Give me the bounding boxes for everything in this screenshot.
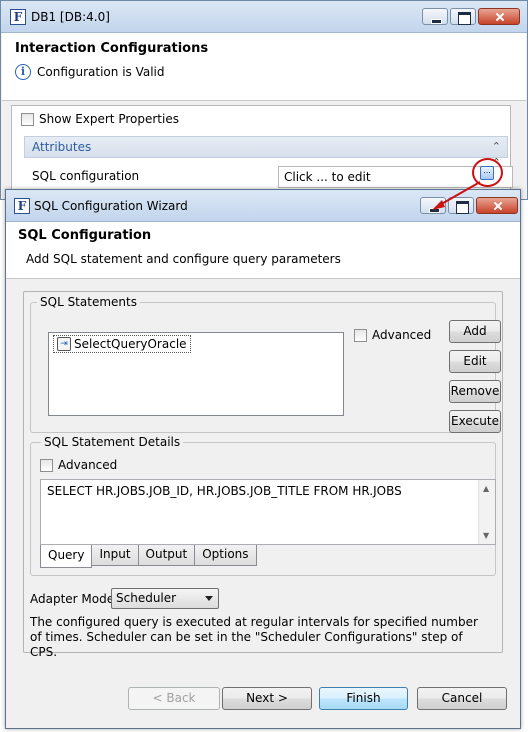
- minimize-icon[interactable]: [422, 8, 448, 25]
- wizard-window-title: SQL Configuration Wizard: [34, 199, 188, 213]
- info-icon: i: [15, 64, 31, 80]
- interaction-config-window: F DB1 [DB:4.0] Interaction Configuration…: [0, 0, 528, 201]
- sql-configuration-wizard: F SQL Configuration Wizard SQL Configura…: [5, 189, 521, 729]
- window-title: DB1 [DB:4.0]: [31, 10, 110, 24]
- show-expert-checkbox[interactable]: [21, 112, 34, 126]
- details-advanced-checkbox-row[interactable]: Advanced: [40, 458, 117, 472]
- list-item[interactable]: ⇥ SelectQueryOracle: [53, 335, 191, 353]
- sql-statements-group: SQL Statements ⇥ SelectQueryOracle Advan…: [30, 295, 501, 433]
- status-text: Configuration is Valid: [37, 65, 165, 79]
- tab-options[interactable]: Options: [194, 545, 257, 566]
- header: Interaction Configurations i Configurati…: [2, 33, 526, 101]
- sql-statement-details-legend: SQL Statement Details: [41, 435, 184, 449]
- sql-statement-details-group: SQL Statement Details Advanced SELECT HR…: [30, 435, 496, 576]
- scroll-up-icon[interactable]: ▲: [483, 484, 489, 493]
- add-button[interactable]: Add: [449, 320, 501, 343]
- close-icon[interactable]: [478, 8, 520, 25]
- window-controls: [422, 8, 520, 25]
- wizard-content-panel: SQL Statements ⇥ SelectQueryOracle Advan…: [23, 291, 503, 659]
- database-query-icon: ⇥: [57, 337, 71, 351]
- dropdown-arrow-icon: [205, 596, 213, 601]
- wizard-page-subtitle: Add SQL statement and configure query pa…: [26, 252, 341, 266]
- sql-statements-list[interactable]: ⇥ SelectQueryOracle: [48, 332, 344, 416]
- sql-statements-legend: SQL Statements: [37, 295, 140, 309]
- edit-button[interactable]: Edit: [449, 350, 501, 373]
- vertical-scrollbar[interactable]: ▲ ▼: [478, 480, 495, 544]
- attributes-label: Attributes: [32, 140, 92, 154]
- wizard-page-title: SQL Configuration: [18, 228, 152, 243]
- show-expert-checkbox-row[interactable]: Show Expert Properties: [21, 112, 179, 126]
- cancel-button[interactable]: Cancel: [417, 687, 507, 710]
- adapter-mode-select[interactable]: Scheduler: [111, 588, 219, 609]
- app-icon: F: [14, 198, 30, 214]
- execute-button[interactable]: Execute: [449, 410, 501, 433]
- adapter-mode-label: Adapter Mode: [30, 592, 115, 606]
- finish-button[interactable]: Finish: [319, 687, 408, 710]
- sql-configuration-label: SQL configuration: [32, 169, 140, 183]
- tab-query[interactable]: Query: [40, 545, 93, 568]
- tab-output[interactable]: Output: [137, 545, 196, 566]
- remove-button[interactable]: Remove: [449, 380, 501, 403]
- annotation-arrow: [432, 181, 481, 210]
- statements-advanced-label: Advanced: [372, 328, 432, 342]
- details-advanced-checkbox[interactable]: [40, 458, 53, 472]
- page-title: Interaction Configurations: [15, 41, 209, 56]
- maximize-icon[interactable]: [450, 8, 476, 25]
- scroll-down-icon[interactable]: ▼: [483, 531, 489, 540]
- list-item-label: SelectQueryOracle: [74, 337, 187, 351]
- attributes-section-header[interactable]: Attributes ⌃ ⌃: [24, 136, 508, 169]
- adapter-mode-description: The configured query is executed at regu…: [30, 615, 478, 659]
- statements-advanced-checkbox-row[interactable]: Advanced: [354, 328, 431, 342]
- tab-input[interactable]: Input: [91, 545, 139, 566]
- details-advanced-label: Advanced: [58, 458, 118, 472]
- back-button[interactable]: < Back: [128, 687, 220, 710]
- details-tabs: Query Input Output Options: [40, 545, 257, 568]
- next-button[interactable]: Next >: [222, 687, 312, 710]
- show-expert-label: Show Expert Properties: [39, 112, 179, 126]
- adapter-mode-value: Scheduler: [116, 591, 177, 605]
- app-icon: F: [10, 9, 26, 25]
- sql-statement-text: SELECT HR.JOBS.JOB_ID, HR.JOBS.JOB_TITLE…: [47, 484, 402, 498]
- title-bar: F DB1 [DB:4.0]: [1, 1, 527, 33]
- sql-statement-textarea[interactable]: SELECT HR.JOBS.JOB_ID, HR.JOBS.JOB_TITLE…: [40, 479, 496, 545]
- wizard-header: SQL Configuration Add SQL statement and …: [6, 222, 520, 279]
- statements-advanced-checkbox[interactable]: [354, 328, 367, 342]
